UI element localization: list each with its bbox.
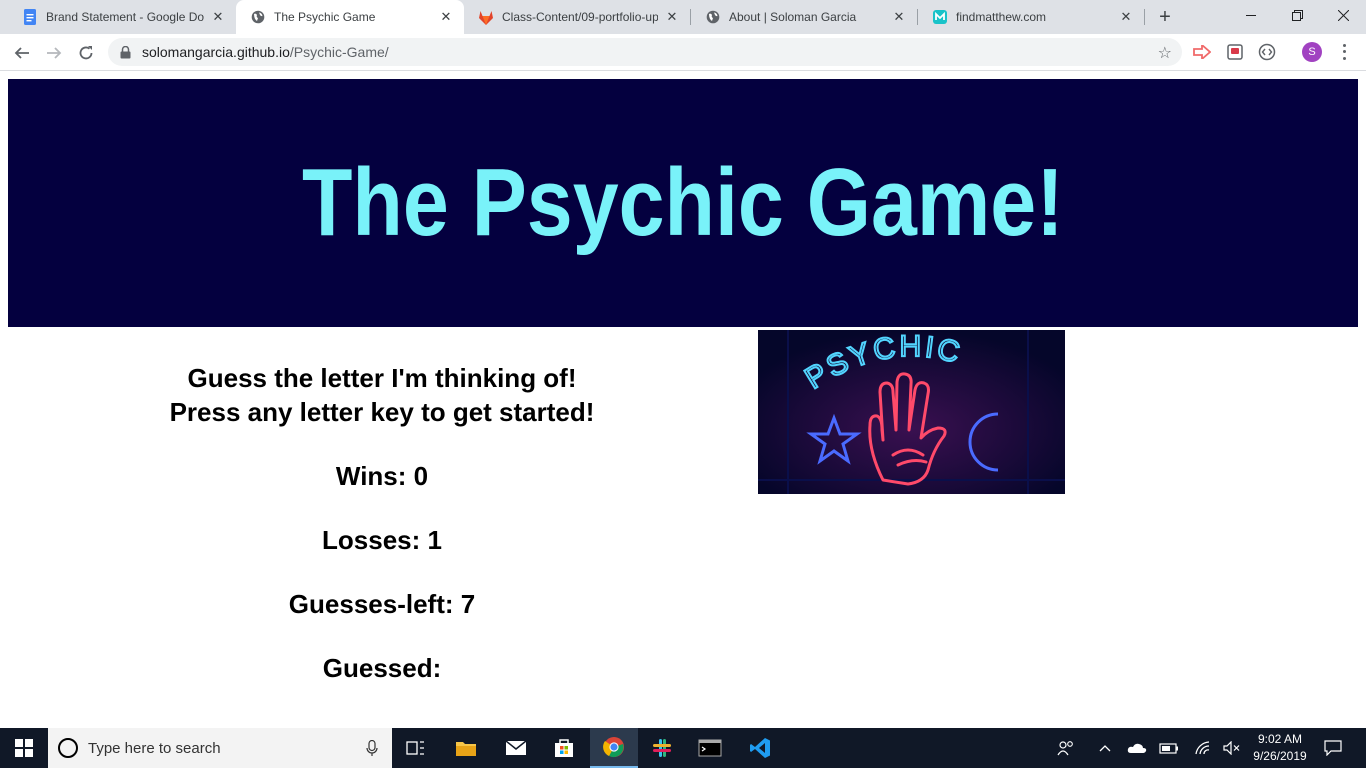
system-clock[interactable]: 9:02 AM 9/26/2019 — [1242, 731, 1318, 765]
tab-title: Brand Statement - Google Doc — [46, 10, 204, 24]
instructions-line-1: Guess the letter I'm thinking of! — [187, 363, 577, 393]
tab-findmatthew[interactable]: findmatthew.com ✕ — [918, 0, 1144, 34]
onedrive-cloud-icon[interactable] — [1124, 728, 1150, 768]
start-button[interactable] — [0, 728, 48, 768]
back-button[interactable] — [8, 39, 36, 67]
minimize-button[interactable] — [1228, 0, 1274, 30]
search-placeholder: Type here to search — [88, 739, 221, 757]
instructions-line-2: Press any letter key to get started! — [169, 397, 595, 427]
restore-button[interactable] — [1274, 0, 1320, 30]
battery-icon[interactable] — [1156, 728, 1182, 768]
extension-arrow-icon[interactable] — [1192, 42, 1212, 62]
people-icon[interactable] — [1052, 728, 1080, 768]
chrome-menu-icon[interactable] — [1336, 42, 1352, 62]
losses-counter: Losses: 1 — [322, 525, 442, 555]
tab-brand-statement[interactable]: Brand Statement - Google Doc ✕ — [8, 0, 236, 34]
header-banner: The Psychic Game! — [8, 79, 1358, 327]
tab-title: The Psychic Game — [274, 10, 376, 24]
page-title: The Psychic Game! — [302, 149, 1064, 256]
extension-pocket-icon[interactable] — [1225, 42, 1245, 62]
globe-icon — [250, 9, 266, 25]
close-tab-icon[interactable]: ✕ — [664, 9, 680, 25]
wins-counter: Wins: 0 — [335, 461, 429, 491]
file-explorer-icon[interactable] — [442, 728, 490, 768]
tab-separator — [1144, 9, 1145, 25]
vscode-icon[interactable] — [736, 728, 784, 768]
forward-button[interactable] — [40, 39, 68, 67]
close-tab-icon[interactable]: ✕ — [1118, 9, 1134, 25]
profile-avatar[interactable]: S — [1302, 42, 1322, 62]
windows-taskbar: Type here to search 9:02 AM 9/26/2019 — [0, 728, 1366, 768]
close-tab-icon[interactable]: ✕ — [891, 9, 907, 25]
page-viewport: The Psychic Game! Guess the letter I'm t… — [0, 71, 1366, 728]
url-path: /Psychic-Game/ — [289, 44, 389, 60]
new-tab-button[interactable]: + — [1154, 6, 1176, 28]
google-docs-icon — [22, 9, 38, 25]
windows-logo-icon — [15, 739, 33, 757]
close-tab-icon[interactable]: ✕ — [438, 9, 454, 25]
store-icon[interactable] — [540, 728, 588, 768]
site-icon — [932, 9, 948, 25]
browser-toolbar: solomangarcia.github.io/Psychic-Game/ ☆ … — [0, 34, 1366, 71]
page-scrollbar[interactable] — [1358, 71, 1366, 728]
bookmark-star-icon[interactable]: ☆ — [1158, 43, 1172, 63]
address-bar[interactable]: solomangarcia.github.io/Psychic-Game/ ☆ — [108, 38, 1182, 66]
microphone-icon[interactable] — [366, 739, 378, 760]
url-host: solomangarcia.github.io — [142, 44, 290, 60]
task-view-button[interactable] — [392, 728, 440, 768]
tab-class-content[interactable]: Class-Content/09-portfolio-up ✕ — [464, 0, 690, 34]
close-window-button[interactable] — [1320, 0, 1366, 30]
close-tab-icon[interactable]: ✕ — [210, 9, 226, 25]
clock-time: 9:02 AM — [1257, 732, 1303, 746]
reload-button[interactable] — [72, 39, 100, 67]
tab-psychic-game[interactable]: The Psychic Game ✕ — [236, 0, 464, 34]
taskbar-search-box[interactable]: Type here to search — [48, 728, 392, 768]
browser-tab-strip: Brand Statement - Google Doc ✕ The Psych… — [0, 0, 1366, 34]
psychic-neon-sign-image: PSYCHIC — [758, 330, 1065, 494]
action-center-icon[interactable] — [1318, 728, 1348, 768]
extension-code-icon[interactable] — [1257, 42, 1277, 62]
chrome-taskbar-icon[interactable] — [590, 728, 638, 768]
gitlab-icon — [478, 9, 494, 25]
globe-icon — [705, 9, 721, 25]
lock-icon — [120, 45, 134, 59]
game-panel: Guess the letter I'm thinking of! Press … — [90, 361, 674, 685]
cortana-icon — [58, 738, 78, 758]
tab-title: Class-Content/09-portfolio-up — [502, 10, 658, 24]
guessed-letters: Guessed: — [322, 653, 442, 683]
wifi-icon[interactable] — [1190, 728, 1214, 768]
volume-muted-icon[interactable] — [1220, 728, 1244, 768]
mail-icon[interactable] — [492, 728, 540, 768]
tab-title: About | Soloman Garcia — [729, 10, 857, 24]
terminal-icon[interactable] — [686, 728, 734, 768]
slack-icon[interactable] — [638, 728, 686, 768]
tab-title: findmatthew.com — [956, 10, 1047, 24]
clock-date: 9/26/2019 — [1253, 749, 1307, 763]
show-hidden-icons-chevron-icon[interactable] — [1094, 728, 1116, 768]
guesses-left-counter: Guesses-left: 7 — [288, 589, 476, 619]
tab-about-soloman[interactable]: About | Soloman Garcia ✕ — [691, 0, 917, 34]
